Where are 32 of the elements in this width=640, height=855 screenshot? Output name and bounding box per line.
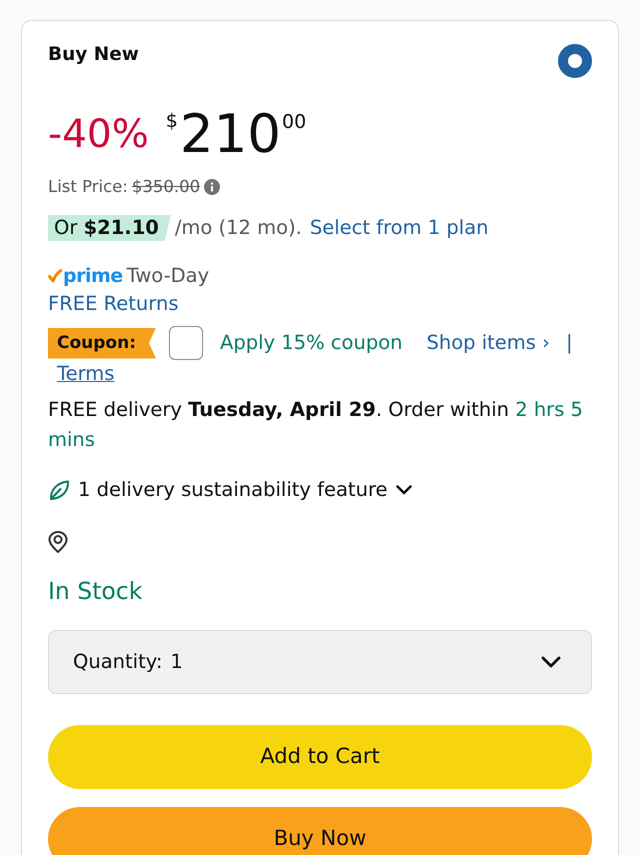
list-price-label: List Price: [48,176,128,198]
in-stock-status: In Stock [48,576,144,607]
location-pin-icon[interactable] [48,530,68,553]
terms-link[interactable]: Terms [57,362,114,385]
offer-title: Buy New [48,44,139,66]
delivery-speed-text: Two-Day [126,263,210,289]
chevron-icon[interactable] [396,485,412,495]
separator-text: | [566,330,573,356]
shop-items-link[interactable]: Shop items › [426,328,550,358]
info-icon[interactable] [204,179,220,195]
installment-terms-text: /mo (12 mo). [174,215,302,241]
coupon-checkbox[interactable] [169,326,204,360]
checkmark-icon [48,269,62,283]
quantity-dropdown[interactable]: Quantity: 1 [48,630,592,694]
leaf-icon [48,479,70,501]
chevron-down-icon [541,656,561,668]
apply-coupon-label[interactable]: Apply 15% coupon [220,328,402,358]
monthly-price-highlight: Or $21.10 [48,215,171,241]
list-price-value: $350.00 [132,176,200,198]
add-to-cart-button[interactable]: Add to Cart [48,725,592,789]
radio-button[interactable] [558,44,592,78]
price-whole: 210 [180,108,282,161]
select-plan-link[interactable]: Select from 1 plan [310,214,489,242]
discount-percent: -40% [48,111,149,159]
price-fraction: 00 [282,113,306,132]
free-returns-link[interactable]: FREE Returns [48,292,178,315]
sustainability-feature-toggle[interactable]: 1 delivery sustainability feature [78,476,388,504]
prime-logo-text: prime [63,264,123,289]
buy-now-button[interactable]: Buy Now [48,807,592,855]
currency-symbol: $ [166,112,178,131]
coupon-tag: Coupon: [48,328,156,358]
delivery-info-text: FREE delivery Tuesday, April 29. Order within 2 hrs 5 mins [48,397,584,453]
